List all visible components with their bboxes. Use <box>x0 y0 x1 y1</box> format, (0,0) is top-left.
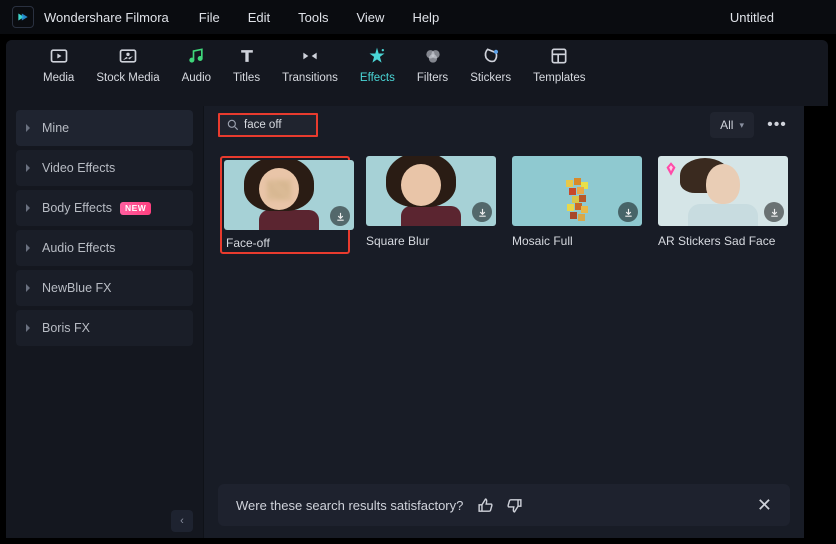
feedback-bar: Were these search results satisfactory? … <box>218 484 790 526</box>
app-name: Wondershare Filmora <box>44 10 169 25</box>
document-title: Untitled <box>730 10 774 25</box>
stock-media-icon <box>118 46 138 66</box>
effect-card-face-off[interactable]: Face-off <box>220 156 350 254</box>
chevron-down-icon: ▾ <box>739 120 744 131</box>
effect-label: AR Stickers Sad Face <box>658 234 788 248</box>
transitions-icon <box>300 46 320 66</box>
chevron-right-icon <box>26 324 30 332</box>
menu-help[interactable]: Help <box>412 10 439 25</box>
sidebar-item-audio-effects[interactable]: Audio Effects <box>16 230 193 266</box>
more-options-button[interactable]: ••• <box>764 112 790 138</box>
thumbnail <box>224 160 354 230</box>
thumbnail <box>512 156 642 226</box>
media-icon <box>49 46 69 66</box>
audio-icon <box>186 46 206 66</box>
sidebar: Mine Video Effects Body EffectsNEW Audio… <box>6 106 204 538</box>
tool-audio[interactable]: Audio <box>171 46 222 84</box>
effects-icon <box>367 46 387 66</box>
thumbs-up-button[interactable] <box>477 497 494 514</box>
sidebar-item-boris-fx[interactable]: Boris FX <box>16 310 193 346</box>
stickers-icon <box>481 46 501 66</box>
tool-media[interactable]: Media <box>32 46 85 84</box>
download-icon[interactable] <box>330 206 350 226</box>
app-logo <box>12 6 34 28</box>
sidebar-item-newblue-fx[interactable]: NewBlue FX <box>16 270 193 306</box>
content-area: All▾ ••• Face-off <box>204 106 804 538</box>
tool-transitions[interactable]: Transitions <box>271 46 349 84</box>
titlebar: Wondershare Filmora File Edit Tools View… <box>0 0 836 34</box>
chevron-right-icon <box>26 164 30 172</box>
new-badge: NEW <box>120 202 151 215</box>
tool-stock-media[interactable]: Stock Media <box>85 46 170 84</box>
filter-dropdown[interactable]: All▾ <box>710 112 754 138</box>
search-input[interactable] <box>244 119 310 131</box>
menu-view[interactable]: View <box>356 10 384 25</box>
thumbs-down-button[interactable] <box>506 497 523 514</box>
results-grid: Face-off Square Blur <box>204 144 804 474</box>
download-icon[interactable] <box>618 202 638 222</box>
main-menu: File Edit Tools View Help <box>199 10 439 25</box>
effect-label: Square Blur <box>366 234 496 248</box>
download-icon[interactable] <box>472 202 492 222</box>
tool-templates[interactable]: Templates <box>522 46 596 84</box>
effect-card-mosaic-full[interactable]: Mosaic Full <box>512 156 642 248</box>
search-box <box>218 113 318 137</box>
tool-filters[interactable]: Filters <box>406 46 459 84</box>
chevron-right-icon <box>26 124 30 132</box>
titles-icon <box>237 46 257 66</box>
tool-titles[interactable]: Titles <box>222 46 271 84</box>
collapse-sidebar-button[interactable]: ‹ <box>171 510 193 532</box>
sidebar-item-body-effects[interactable]: Body EffectsNEW <box>16 190 193 226</box>
sidebar-item-video-effects[interactable]: Video Effects <box>16 150 193 186</box>
menu-tools[interactable]: Tools <box>298 10 328 25</box>
thumbnail <box>366 156 496 226</box>
chevron-right-icon <box>26 204 30 212</box>
close-feedback-button[interactable]: ✕ <box>757 495 772 516</box>
search-icon <box>226 118 240 132</box>
tool-effects[interactable]: Effects <box>349 46 406 84</box>
menu-file[interactable]: File <box>199 10 220 25</box>
tool-stickers[interactable]: Stickers <box>459 46 522 84</box>
sidebar-item-mine[interactable]: Mine <box>16 110 193 146</box>
effect-label: Mosaic Full <box>512 234 642 248</box>
menu-edit[interactable]: Edit <box>248 10 270 25</box>
chevron-right-icon <box>26 284 30 292</box>
feedback-question: Were these search results satisfactory? <box>236 498 463 513</box>
thumbnail <box>658 156 788 226</box>
effect-label: Face-off <box>226 236 346 250</box>
download-icon[interactable] <box>764 202 784 222</box>
category-toolbar: Media Stock Media Audio Titles Transitio… <box>6 40 828 106</box>
effect-card-square-blur[interactable]: Square Blur <box>366 156 496 248</box>
chevron-right-icon <box>26 244 30 252</box>
premium-badge-icon <box>662 160 680 178</box>
effect-card-ar-sad-face[interactable]: AR Stickers Sad Face <box>658 156 788 248</box>
templates-icon <box>549 46 569 66</box>
filters-icon <box>423 46 443 66</box>
